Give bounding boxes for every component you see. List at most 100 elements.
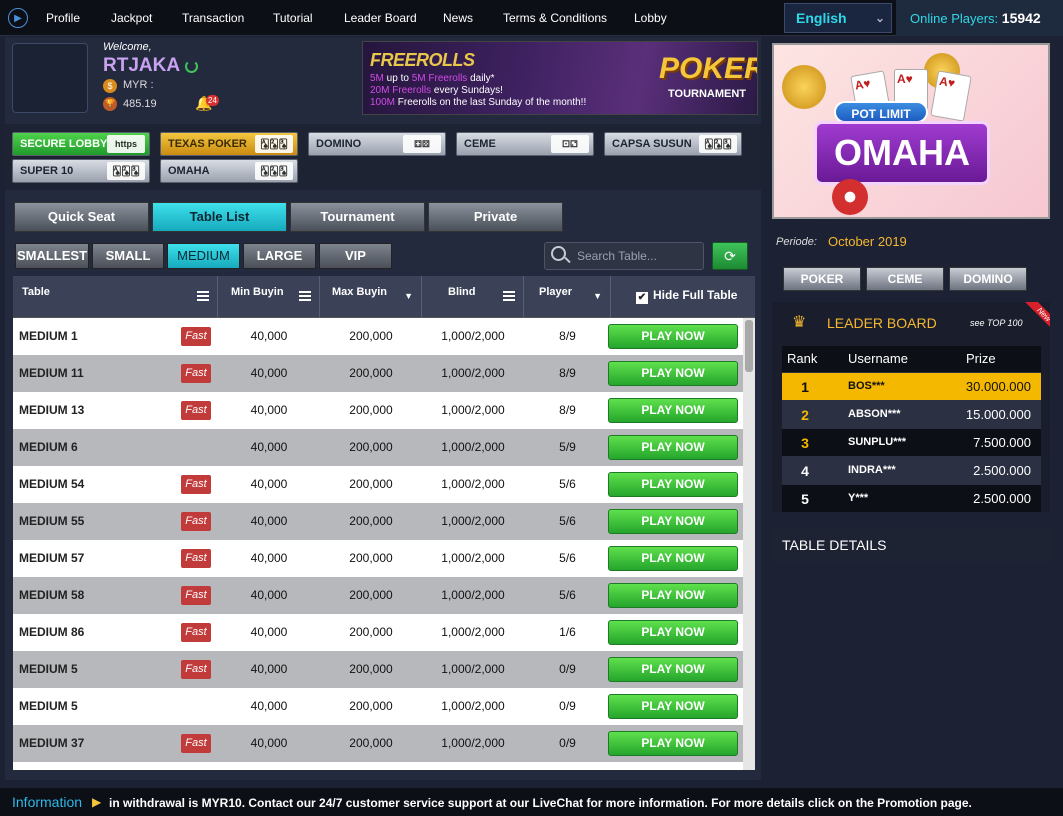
tab-label: CAPSA SUSUN: [612, 138, 692, 150]
filter-menu-icon[interactable]: [503, 291, 515, 301]
tab-ceme[interactable]: CEME ⚀⚁: [456, 132, 594, 156]
table-row[interactable]: MEDIUM 5 Fast 40,000 200,000 1,000/2,000 0/9 P…: [13, 651, 743, 688]
col-table[interactable]: Table: [13, 276, 218, 318]
checkbox-checked-icon[interactable]: ✔: [636, 292, 648, 304]
play-now-button[interactable]: PLAY NOW: [608, 435, 738, 460]
table-row[interactable]: MEDIUM 11 Fast 40,000 200,000 1,000/2,000 8/9…: [13, 355, 743, 392]
tab-tournament[interactable]: Tournament: [290, 202, 425, 232]
tab-medium[interactable]: MEDIUM: [167, 243, 240, 269]
nav-leader-board[interactable]: Leader Board: [344, 0, 417, 36]
nav-jackpot[interactable]: Jackpot: [111, 0, 152, 36]
sort-down-icon[interactable]: ▼: [404, 291, 413, 301]
nav-profile[interactable]: Profile: [46, 0, 80, 36]
play-logo-icon[interactable]: ▶: [8, 8, 28, 28]
table-row[interactable]: MEDIUM 6 40,000 200,000 1,000/2,000 5/9 PLAY …: [13, 429, 743, 466]
tab-vip[interactable]: VIP: [319, 243, 392, 269]
tab-large[interactable]: LARGE: [243, 243, 316, 269]
max-buyin: 200,000: [349, 329, 393, 343]
col-blind[interactable]: Blind: [422, 276, 524, 318]
search-input[interactable]: Search Table...: [544, 242, 704, 270]
tab-capsa-susun[interactable]: CAPSA SUSUN 🂡🂢🂣: [604, 132, 742, 156]
play-now-button[interactable]: PLAY NOW: [608, 509, 738, 534]
new-label: New: [1025, 302, 1050, 334]
crown-icon: ♛: [792, 314, 807, 331]
filter-menu-icon[interactable]: [197, 291, 209, 301]
filter-menu-icon[interactable]: [299, 291, 311, 301]
col-max-buyin[interactable]: Max Buyin ▼: [320, 276, 422, 318]
language-select[interactable]: English ⌄: [784, 3, 892, 33]
tab-domino[interactable]: DOMINO ⚃⚄: [308, 132, 446, 156]
avatar[interactable]: [12, 43, 88, 113]
hide-full-table-checkbox[interactable]: ✔ Hide Full Table: [636, 288, 737, 304]
fast-badge: Fast: [181, 401, 211, 420]
min-buyin: 40,000: [250, 551, 288, 565]
col-player[interactable]: Player ▼: [524, 276, 611, 318]
tab-lb-poker[interactable]: POKER: [783, 267, 861, 291]
banner-text: every Sundays!: [431, 85, 503, 96]
header-label: Player: [539, 286, 573, 298]
min-buyin: 40,000: [250, 440, 288, 454]
player-count: 1/6: [559, 625, 576, 639]
lb-username: BOS***: [848, 380, 885, 392]
min-buyin: 40,000: [250, 477, 288, 491]
tab-omaha[interactable]: OMAHA 🂡🂢🂣: [160, 159, 298, 183]
max-buyin: 200,000: [349, 403, 393, 417]
tab-private[interactable]: Private: [428, 202, 563, 232]
tab-secure-lobby[interactable]: SECURE LOBBY https: [12, 132, 150, 156]
col-min-buyin[interactable]: Min Buyin: [218, 276, 320, 318]
min-buyin: 40,000: [250, 662, 288, 676]
refresh-balance-icon[interactable]: [185, 60, 198, 73]
table-row[interactable]: MEDIUM 5 40,000 200,000 1,000/2,000 0/9 PLAY …: [13, 688, 743, 725]
fast-badge: Fast: [181, 475, 211, 494]
play-now-button[interactable]: PLAY NOW: [608, 583, 738, 608]
play-now-button[interactable]: PLAY NOW: [608, 324, 738, 349]
table-row[interactable]: MEDIUM 37 Fast 40,000 200,000 1,000/2,000 0/9…: [13, 725, 743, 762]
tab-quick-seat[interactable]: Quick Seat: [14, 202, 149, 232]
play-now-button[interactable]: PLAY NOW: [608, 398, 738, 423]
tab-smallest[interactable]: SMALLEST: [15, 243, 89, 269]
tab-label: OMAHA: [168, 165, 210, 177]
tab-table-list[interactable]: Table List: [152, 202, 287, 232]
banner-line-1: 5M up to 5M Freerolls daily*: [370, 73, 495, 84]
play-now-button[interactable]: PLAY NOW: [608, 620, 738, 645]
refresh-tables-button[interactable]: ⟳: [712, 242, 748, 270]
play-now-button[interactable]: PLAY NOW: [608, 472, 738, 497]
nav-lobby[interactable]: Lobby: [634, 0, 667, 36]
col-rank: Rank: [787, 351, 818, 366]
scrollbar-thumb[interactable]: [745, 320, 753, 372]
pot-limit-label: POT LIMIT: [834, 101, 928, 123]
see-top-100-link[interactable]: see TOP 100: [970, 318, 1023, 328]
table-row[interactable]: MEDIUM 55 Fast 40,000 200,000 1,000/2,000 5/6…: [13, 503, 743, 540]
min-buyin: 40,000: [250, 514, 288, 528]
freerolls-banner[interactable]: FREEROLLS 5M up to 5M Freerolls daily* 2…: [362, 41, 758, 115]
nav-news[interactable]: News: [443, 0, 473, 36]
table-row[interactable]: MEDIUM 1 Fast 40,000 200,000 1,000/2,000 8/9 P…: [13, 318, 743, 355]
player-count: 5/6: [559, 588, 576, 602]
play-now-button[interactable]: PLAY NOW: [608, 546, 738, 571]
username: RTJAKA: [103, 55, 181, 76]
new-ribbon: New: [1018, 302, 1050, 334]
omaha-promo-banner[interactable]: A♥ A♥ A♥ POT LIMIT OMAHA: [772, 43, 1050, 219]
table-row[interactable]: MEDIUM 57 Fast 40,000 200,000 1,000/2,000 5/6…: [13, 540, 743, 577]
banner-text: Freerolls on the last Sunday of the mont…: [395, 97, 587, 108]
nav-tutorial[interactable]: Tutorial: [273, 0, 313, 36]
table-row[interactable]: MEDIUM 54 Fast 40,000 200,000 1,000/2,000 5/6…: [13, 466, 743, 503]
tab-small[interactable]: SMALL: [92, 243, 164, 269]
tab-super-10[interactable]: SUPER 10 🂡🂢🂣: [12, 159, 150, 183]
tab-texas-poker[interactable]: TEXAS POKER 🂡🂢🂣: [160, 132, 298, 156]
table-scrollbar[interactable]: [743, 318, 755, 770]
play-now-button[interactable]: PLAY NOW: [608, 694, 738, 719]
table-row[interactable]: MEDIUM 86 Fast 40,000 200,000 1,000/2,000 1/6…: [13, 614, 743, 651]
play-now-button[interactable]: PLAY NOW: [608, 361, 738, 386]
tab-lb-domino[interactable]: DOMINO: [949, 267, 1027, 291]
table-row[interactable]: MEDIUM 58 Fast 40,000 200,000 1,000/2,000 5/6…: [13, 577, 743, 614]
player-count: 8/9: [559, 366, 576, 380]
table-row[interactable]: MEDIUM 13 Fast 40,000 200,000 1,000/2,000 8/9…: [13, 392, 743, 429]
play-now-button[interactable]: PLAY NOW: [608, 657, 738, 682]
sort-down-icon[interactable]: ▼: [593, 291, 602, 301]
player-count: 0/9: [559, 662, 576, 676]
tab-lb-ceme[interactable]: CEME: [866, 267, 944, 291]
play-now-button[interactable]: PLAY NOW: [608, 731, 738, 756]
nav-terms[interactable]: Terms & Conditions: [503, 0, 607, 36]
nav-transaction[interactable]: Transaction: [182, 0, 244, 36]
